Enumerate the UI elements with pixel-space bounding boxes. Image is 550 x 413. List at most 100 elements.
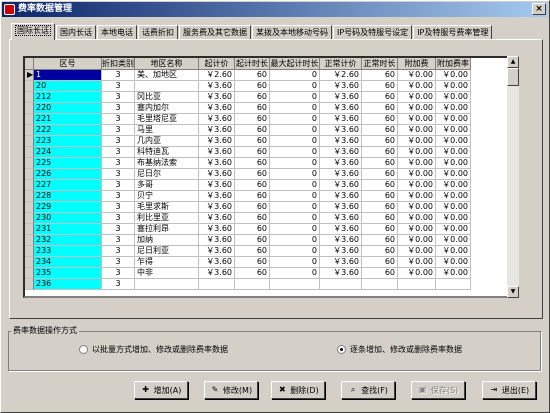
table-cell[interactable]: ￥0.00: [436, 114, 471, 125]
table-cell[interactable]: 3: [102, 158, 135, 169]
table-cell[interactable]: 毛里求斯: [135, 202, 199, 213]
row-indicator[interactable]: [25, 81, 34, 92]
table-cell[interactable]: 233: [34, 246, 102, 257]
table-cell[interactable]: 235: [34, 268, 102, 279]
table-cell[interactable]: ￥0.00: [436, 136, 471, 147]
table-cell[interactable]: 3: [102, 92, 135, 103]
table-cell[interactable]: ￥3.60: [320, 213, 362, 224]
table-cell[interactable]: ￥0.00: [436, 202, 471, 213]
table-cell[interactable]: [398, 279, 436, 290]
table-cell[interactable]: ￥3.60: [199, 169, 235, 180]
table-cell[interactable]: 60: [362, 125, 398, 136]
table-row[interactable]: 226 3 尼日尔 ￥3.60 60 0 ￥3.60 60 ￥0.00 ￥0.00: [25, 169, 471, 180]
tab-6[interactable]: 某拨及本地移动号码: [252, 25, 332, 39]
table-cell[interactable]: ￥0.00: [398, 114, 436, 125]
table-cell[interactable]: 236: [34, 279, 102, 290]
table-cell[interactable]: ￥3.60: [199, 202, 235, 213]
tab-2[interactable]: 国内长话: [56, 25, 96, 39]
table-row[interactable]: 229 3 毛里求斯 ￥3.60 60 0 ￥3.60 60 ￥0.00 ￥0.00: [25, 202, 471, 213]
table-row[interactable]: 222 3 马里 ￥3.60 60 0 ￥3.60 60 ￥0.00 ￥0.00: [25, 125, 471, 136]
tab-1[interactable]: 国际长话: [11, 23, 55, 40]
table-cell[interactable]: 60: [235, 213, 270, 224]
row-indicator[interactable]: [25, 147, 34, 158]
table-cell[interactable]: 0: [270, 257, 320, 268]
table-cell[interactable]: [270, 279, 320, 290]
table-cell[interactable]: ￥0.00: [398, 213, 436, 224]
table-cell[interactable]: 0: [270, 158, 320, 169]
table-cell[interactable]: ￥0.00: [436, 169, 471, 180]
table-cell[interactable]: 60: [362, 235, 398, 246]
table-cell[interactable]: ￥0.00: [436, 125, 471, 136]
table-cell[interactable]: ￥0.00: [436, 158, 471, 169]
table-cell[interactable]: ￥3.60: [199, 235, 235, 246]
table-cell[interactable]: 60: [235, 114, 270, 125]
table-cell[interactable]: ￥0.00: [398, 103, 436, 114]
delete-button[interactable]: ✖ 删除(D): [271, 381, 325, 399]
table-row[interactable]: 20 3 ￥3.60 60 0 ￥3.60 60 ￥0.00 ￥0.00: [25, 81, 471, 92]
table-cell[interactable]: 科特迪瓦: [135, 147, 199, 158]
table-cell[interactable]: 60: [362, 81, 398, 92]
column-header[interactable]: 正常时长: [362, 58, 398, 70]
table-cell[interactable]: 230: [34, 213, 102, 224]
scroll-up-icon[interactable]: ▲: [507, 56, 519, 68]
table-cell[interactable]: ￥3.60: [320, 246, 362, 257]
table-cell[interactable]: 3: [102, 224, 135, 235]
table-cell[interactable]: ￥3.60: [320, 147, 362, 158]
table-cell[interactable]: 0: [270, 246, 320, 257]
table-cell[interactable]: 0: [270, 92, 320, 103]
table-cell[interactable]: ￥0.00: [398, 202, 436, 213]
table-cell[interactable]: 0: [270, 169, 320, 180]
single-mode-radio[interactable]: 逐条增加、修改或删除费率数据: [337, 344, 462, 355]
table-cell[interactable]: 60: [362, 92, 398, 103]
table-cell[interactable]: ￥0.00: [398, 136, 436, 147]
table-cell[interactable]: ￥0.00: [398, 180, 436, 191]
table-row[interactable]: 221 3 毛里塔尼亚 ￥3.60 60 0 ￥3.60 60 ￥0.00 ￥0.00: [25, 114, 471, 125]
table-cell[interactable]: 0: [270, 70, 320, 81]
table-cell[interactable]: [320, 279, 362, 290]
table-cell[interactable]: 221: [34, 114, 102, 125]
table-cell[interactable]: 234: [34, 257, 102, 268]
table-cell[interactable]: ￥3.60: [199, 224, 235, 235]
table-cell[interactable]: 中非: [135, 268, 199, 279]
table-row[interactable]: 230 3 利比里亚 ￥3.60 60 0 ￥3.60 60 ￥0.00 ￥0.00: [25, 213, 471, 224]
table-cell[interactable]: ￥0.00: [436, 92, 471, 103]
table-cell[interactable]: 3: [102, 136, 135, 147]
table-cell[interactable]: 60: [235, 246, 270, 257]
table-cell[interactable]: ￥3.60: [320, 81, 362, 92]
table-cell[interactable]: ￥0.00: [436, 268, 471, 279]
table-cell[interactable]: 3: [102, 246, 135, 257]
table-cell[interactable]: 224: [34, 147, 102, 158]
row-indicator[interactable]: [25, 92, 34, 103]
table-cell[interactable]: 60: [235, 136, 270, 147]
table-cell[interactable]: 0: [270, 103, 320, 114]
table-cell[interactable]: 60: [362, 147, 398, 158]
table-cell[interactable]: 3: [102, 103, 135, 114]
row-indicator[interactable]: [25, 202, 34, 213]
table-cell[interactable]: 60: [362, 103, 398, 114]
table-cell[interactable]: ￥0.00: [398, 125, 436, 136]
table-cell[interactable]: 60: [362, 169, 398, 180]
column-header[interactable]: 地区名称: [135, 58, 199, 70]
add-button[interactable]: ✚ 增加(A): [134, 381, 188, 399]
table-cell[interactable]: ￥3.60: [199, 191, 235, 202]
table-cell[interactable]: ￥3.60: [199, 180, 235, 191]
column-header[interactable]: 最大起计时长: [270, 58, 320, 70]
table-cell[interactable]: 227: [34, 180, 102, 191]
save-button[interactable]: ▣ 保存(S): [411, 381, 465, 399]
table-cell[interactable]: ￥0.00: [398, 81, 436, 92]
table-cell[interactable]: 0: [270, 147, 320, 158]
table-cell[interactable]: 212: [34, 92, 102, 103]
column-header[interactable]: 附加费: [398, 58, 436, 70]
table-cell[interactable]: 231: [34, 224, 102, 235]
table-cell[interactable]: 尼日利亚: [135, 246, 199, 257]
table-cell[interactable]: 0: [270, 202, 320, 213]
table-cell[interactable]: 60: [362, 213, 398, 224]
table-cell[interactable]: 60: [362, 268, 398, 279]
column-header[interactable]: 附加费率: [436, 58, 471, 70]
table-cell[interactable]: 0: [270, 213, 320, 224]
table-cell[interactable]: 乍得: [135, 257, 199, 268]
table-cell[interactable]: 毛里塔尼亚: [135, 114, 199, 125]
table-cell[interactable]: 60: [362, 191, 398, 202]
table-cell[interactable]: 60: [235, 180, 270, 191]
table-cell[interactable]: 60: [362, 246, 398, 257]
